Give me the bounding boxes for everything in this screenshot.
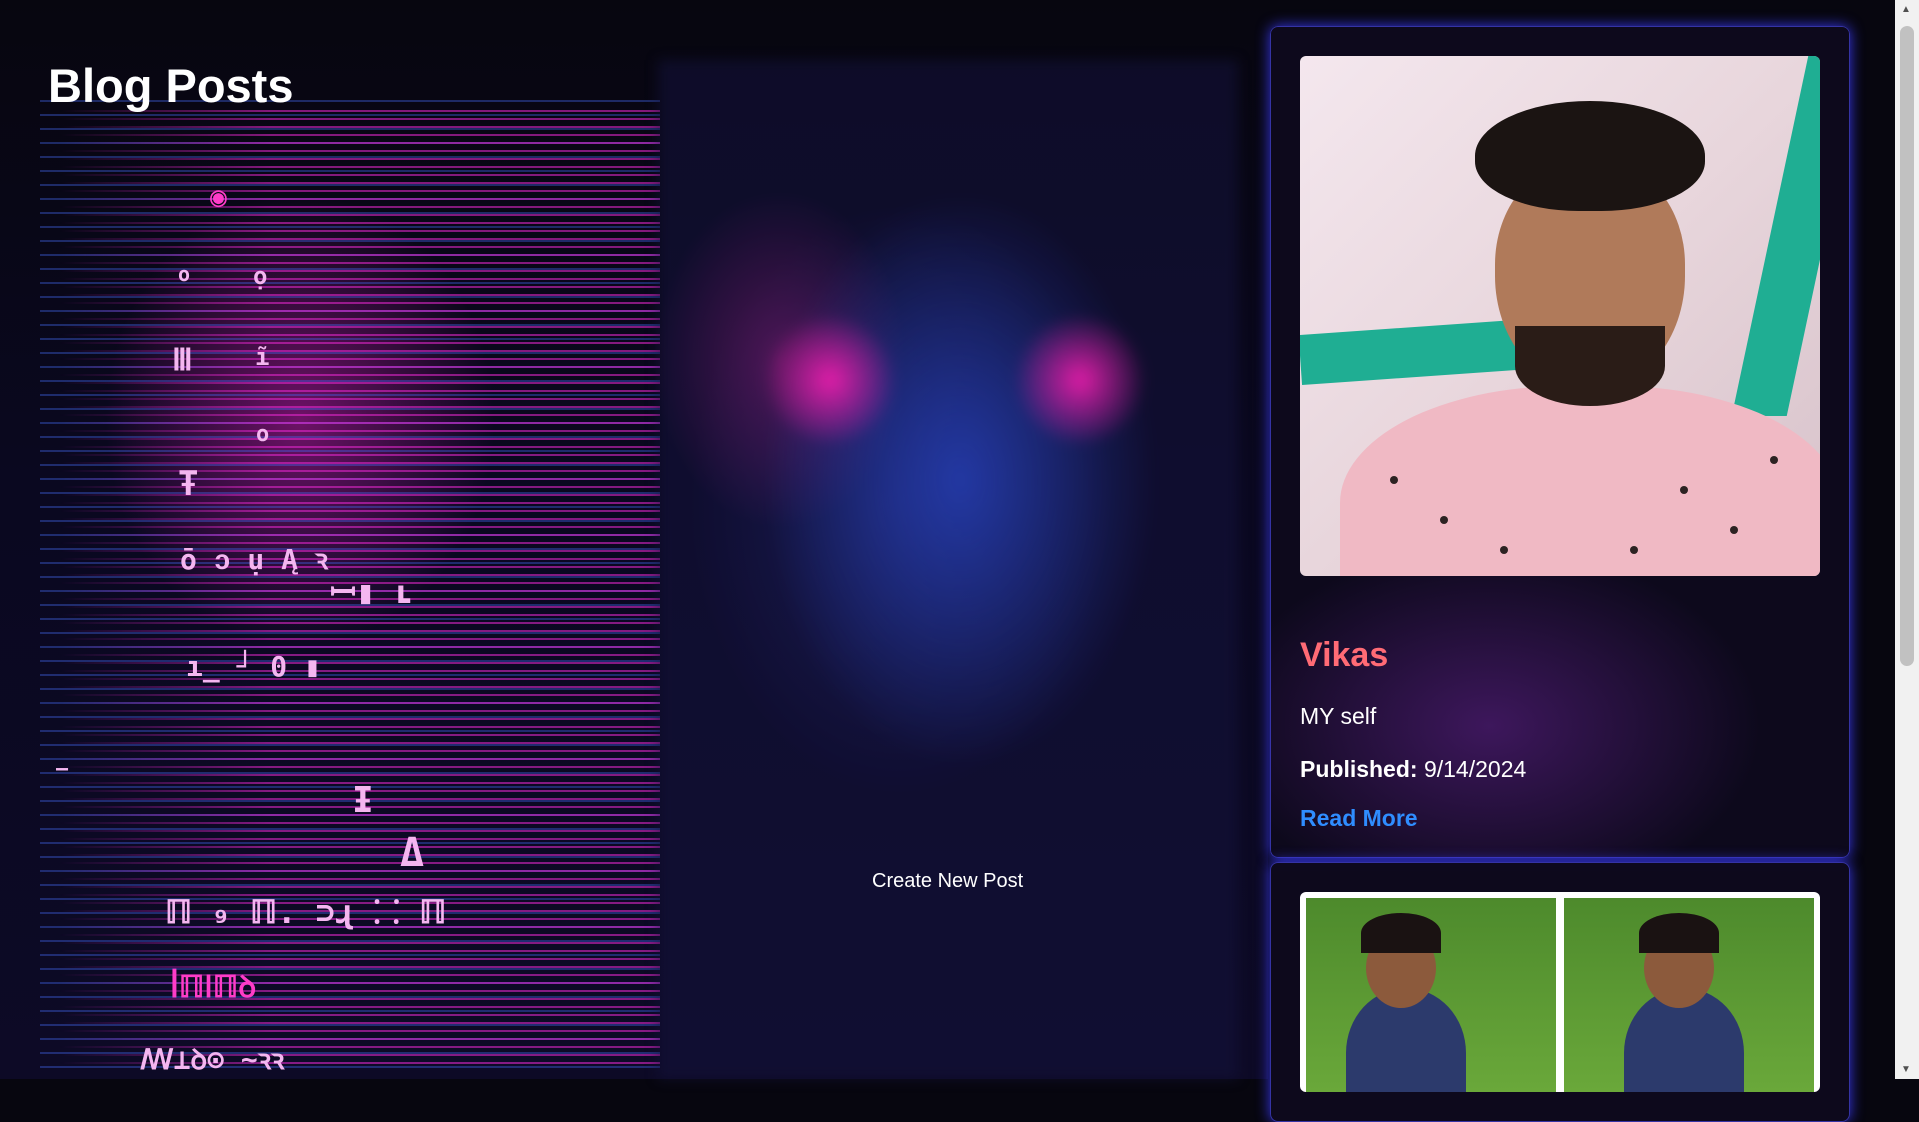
glitch-glyph: Δ xyxy=(400,830,425,876)
shirt-shape xyxy=(1340,386,1820,576)
glitch-glyph: Ɨ xyxy=(352,780,374,821)
scrollbar-thumb[interactable] xyxy=(1900,26,1914,666)
glitch-glyph: ĩ xyxy=(255,343,270,371)
shirt-dot xyxy=(1500,546,1508,554)
shirt-dot xyxy=(1680,486,1688,494)
glitch-glyph: ọ xyxy=(253,262,268,290)
glitch-glyph: ◉ xyxy=(210,180,227,213)
post-image[interactable] xyxy=(1300,56,1820,576)
shirt-dot xyxy=(1730,526,1738,534)
glitch-glyph: ō ↄ ụ Ą ꝛ xyxy=(180,543,329,576)
photo-pane-left xyxy=(1306,898,1556,1092)
chevron-up-icon[interactable]: ▲ xyxy=(1901,4,1911,15)
glitch-glyph: o xyxy=(178,262,191,286)
shirt-dot xyxy=(1630,546,1638,554)
chevron-down-icon[interactable]: ▼ xyxy=(1901,1064,1911,1075)
hair-shape xyxy=(1639,913,1719,953)
page-scrollbar[interactable]: ▲ ▼ xyxy=(1895,0,1919,1079)
post-title: Vikas xyxy=(1300,636,1389,674)
shirt-dot xyxy=(1440,516,1448,524)
shirt-dot xyxy=(1770,456,1778,464)
glitch-glyph: ꟾℿ𐌉ℿꝺ xyxy=(170,970,257,1005)
post-description: MY self xyxy=(1300,703,1377,729)
page-title: Blog Posts xyxy=(48,59,294,112)
glitch-glyph: ı_ ┘ 0 ▮ xyxy=(186,650,321,683)
create-new-post-link[interactable]: Create New Post xyxy=(872,870,1023,893)
wall-stripe xyxy=(1731,56,1820,416)
photo-pane-right xyxy=(1564,898,1814,1092)
post-card xyxy=(1270,862,1850,1122)
frosted-glass-panel xyxy=(658,60,1238,1079)
glitch-glyph: o xyxy=(256,422,270,447)
published-date: 9/14/2024 xyxy=(1423,756,1527,782)
post-published: Published: 9/14/2024 xyxy=(1300,756,1820,783)
glitch-glyph: ℿ ₉ ℿ. ⊃ɻ ⸬ ℿ xyxy=(165,893,447,931)
glitch-glyph: Ⅲ xyxy=(172,343,193,378)
post-image[interactable] xyxy=(1300,892,1820,1092)
glitch-glyph: ꟷ▮ ʟ xyxy=(330,573,414,611)
glitch-glyph: Ŧ xyxy=(178,464,199,504)
post-card: Vikas MY self Published: 9/14/2024 Read … xyxy=(1270,26,1850,858)
published-label: Published: xyxy=(1300,756,1418,782)
glitch-glyph: – xyxy=(56,756,69,780)
glitch-glyph: ꟿ⊥ꝺ⊙ ~ꝛꝛ xyxy=(140,1043,285,1076)
hair-shape xyxy=(1361,913,1441,953)
beard-shape xyxy=(1515,326,1665,406)
shirt-dot xyxy=(1390,476,1398,484)
hair-shape xyxy=(1475,101,1705,211)
read-more-link[interactable]: Read More xyxy=(1300,805,1418,832)
